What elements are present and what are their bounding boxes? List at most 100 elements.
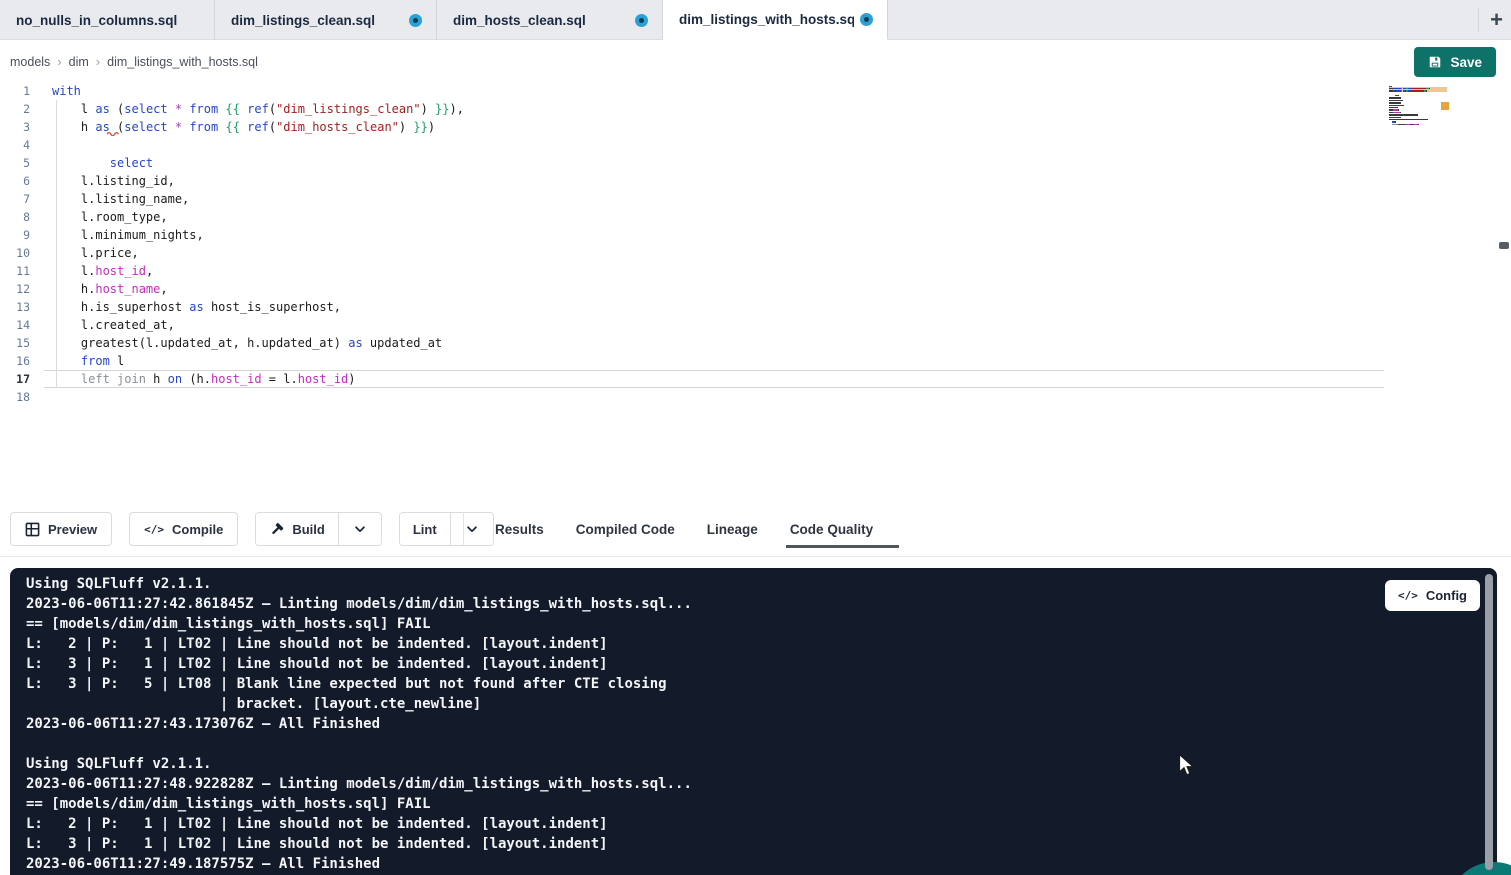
line-number: 11: [0, 262, 30, 280]
line-number: 8: [0, 208, 30, 226]
chevron-right-icon: ›: [57, 54, 61, 69]
tab-dim-listings-clean[interactable]: dim_listings_clean.sql: [215, 0, 437, 40]
code-line: h.is_superhost as host_is_superhost,: [52, 298, 464, 316]
save-button[interactable]: Save: [1414, 47, 1496, 77]
code-line: l.room_type,: [52, 208, 464, 226]
terminal-line: == [models/dim/dim_listings_with_hosts.s…: [26, 794, 692, 814]
code-brackets-icon: </>: [1398, 589, 1418, 602]
tab-label: no_nulls_in_columns.sql: [16, 13, 177, 28]
lint-label: Lint: [413, 522, 437, 537]
config-label: Config: [1426, 588, 1467, 603]
dbt-ide-window: { "tabs": { "new_tab_label": "+", "items…: [0, 0, 1511, 875]
unsaved-changes-icon: [409, 14, 422, 27]
code-line: l.minimum_nights,: [52, 226, 464, 244]
breadcrumb-item-file: dim_listings_with_hosts.sql: [107, 55, 258, 69]
build-button[interactable]: Build: [256, 513, 338, 545]
code-line: l.listing_name,: [52, 190, 464, 208]
line-number: 17: [0, 370, 30, 388]
build-split-button: Build: [255, 512, 382, 546]
compile-label: Compile: [172, 522, 223, 537]
editor-tab-bar: no_nulls_in_columns.sql dim_listings_cle…: [0, 0, 1511, 40]
unsaved-changes-icon: [635, 14, 648, 27]
hammer-icon: [269, 522, 284, 537]
action-toolbar: Preview </> Compile Build: [0, 506, 1511, 556]
line-number: 10: [0, 244, 30, 262]
chevron-down-icon: [465, 522, 479, 536]
line-number: 1: [0, 82, 30, 100]
line-number: 15: [0, 334, 30, 352]
code-line: left join h on (h.host_id = l.host_id): [52, 370, 464, 388]
line-number: 13: [0, 298, 30, 316]
breadcrumb-item-models: models: [10, 55, 50, 69]
tab-label: dim_listings_with_hosts.sql: [679, 12, 854, 27]
editor-scrollbar-thumb[interactable]: [1499, 242, 1509, 249]
tab-compiled-code[interactable]: Compiled Code: [576, 522, 675, 537]
tab-results[interactable]: Results: [495, 522, 544, 537]
terminal-line: | bracket. [layout.cte_newline]: [26, 694, 692, 714]
minimap[interactable]: [1389, 85, 1447, 128]
action-buttons: Preview </> Compile Build: [10, 512, 494, 546]
tab-bar-divider: [1478, 8, 1479, 32]
code-line: from l: [52, 352, 464, 370]
tab-lineage[interactable]: Lineage: [707, 522, 758, 537]
lint-dropdown-button[interactable]: [450, 513, 493, 545]
config-button[interactable]: </> Config: [1385, 580, 1480, 611]
code-line: l as (select * from {{ ref("dim_listings…: [52, 100, 464, 118]
terminal-line: Using SQLFluff v2.1.1.: [26, 754, 692, 774]
line-number: 7: [0, 190, 30, 208]
line-number: 2: [0, 100, 30, 118]
code-line: select: [52, 154, 464, 172]
mouse-cursor-icon: [1178, 753, 1196, 778]
breadcrumb: models › dim › dim_listings_with_hosts.s…: [10, 41, 258, 82]
terminal-line: L: 3 | P: 1 | LT02 | Line should not be …: [26, 654, 692, 674]
tab-dim-hosts-clean[interactable]: dim_hosts_clean.sql: [437, 0, 663, 40]
build-label: Build: [292, 522, 325, 537]
toolbar-divider: [463, 512, 464, 546]
terminal-line: 2023-06-06T11:27:43.173076Z — All Finish…: [26, 714, 692, 734]
terminal-line: 2023-06-06T11:27:42.861845Z — Linting mo…: [26, 594, 692, 614]
line-number: 12: [0, 280, 30, 298]
code-line: l.listing_id,: [52, 172, 464, 190]
lint-terminal: Using SQLFluff v2.1.1.2023-06-06T11:27:4…: [10, 568, 1497, 875]
code-line: h.host_name,: [52, 280, 464, 298]
lint-button[interactable]: Lint: [400, 513, 450, 545]
terminal-line: == [models/dim/dim_listings_with_hosts.s…: [26, 614, 692, 634]
code-editor[interactable]: 123456789101112131415161718 with l as (s…: [0, 82, 1511, 506]
floppy-disk-icon: [1428, 55, 1442, 69]
preview-button[interactable]: Preview: [10, 512, 112, 546]
compile-button[interactable]: </> Compile: [129, 512, 238, 546]
lint-squiggle-icon: [107, 131, 122, 136]
line-number: 18: [0, 388, 30, 406]
terminal-line: [26, 734, 692, 754]
code-brackets-icon: </>: [144, 523, 164, 536]
line-number: 5: [0, 154, 30, 172]
tab-dim-listings-with-hosts[interactable]: dim_listings_with_hosts.sql: [663, 0, 888, 40]
build-dropdown-button[interactable]: [338, 513, 381, 545]
terminal-line: 2023-06-06T11:27:49.187575Z — All Finish…: [26, 854, 692, 874]
line-number: 4: [0, 136, 30, 154]
tab-no-nulls-in-columns[interactable]: no_nulls_in_columns.sql: [0, 0, 215, 40]
terminal-line: 2023-06-06T11:27:48.922828Z — Linting mo…: [26, 774, 692, 794]
tab-code-quality[interactable]: Code Quality: [790, 522, 873, 537]
preview-label: Preview: [48, 522, 97, 537]
terminal-line: L: 3 | P: 5 | LT08 | Blank line expected…: [26, 674, 692, 694]
file-header-bar: models › dim › dim_listings_with_hosts.s…: [0, 41, 1511, 82]
unsaved-changes-icon: [860, 13, 873, 26]
line-number: 3: [0, 118, 30, 136]
line-number-gutter: 123456789101112131415161718: [0, 82, 30, 406]
chevron-right-icon: ›: [96, 54, 100, 69]
line-number: 9: [0, 226, 30, 244]
code-line: l.price,: [52, 244, 464, 262]
terminal-line: Using SQLFluff v2.1.1.: [26, 574, 692, 594]
new-tab-button[interactable]: +: [1482, 0, 1511, 40]
code-line: greatest(l.updated_at, h.updated_at) as …: [52, 334, 464, 352]
result-tabs: Results Compiled Code Lineage Code Quali…: [495, 506, 873, 552]
code-line: [52, 388, 464, 406]
code-line: l.created_at,: [52, 316, 464, 334]
code-line: [52, 136, 464, 154]
code-line: l.host_id,: [52, 262, 464, 280]
line-number: 6: [0, 172, 30, 190]
lint-split-button: Lint: [399, 512, 494, 546]
panel-divider: [0, 556, 1511, 557]
terminal-scrollbar[interactable]: [1485, 574, 1493, 870]
